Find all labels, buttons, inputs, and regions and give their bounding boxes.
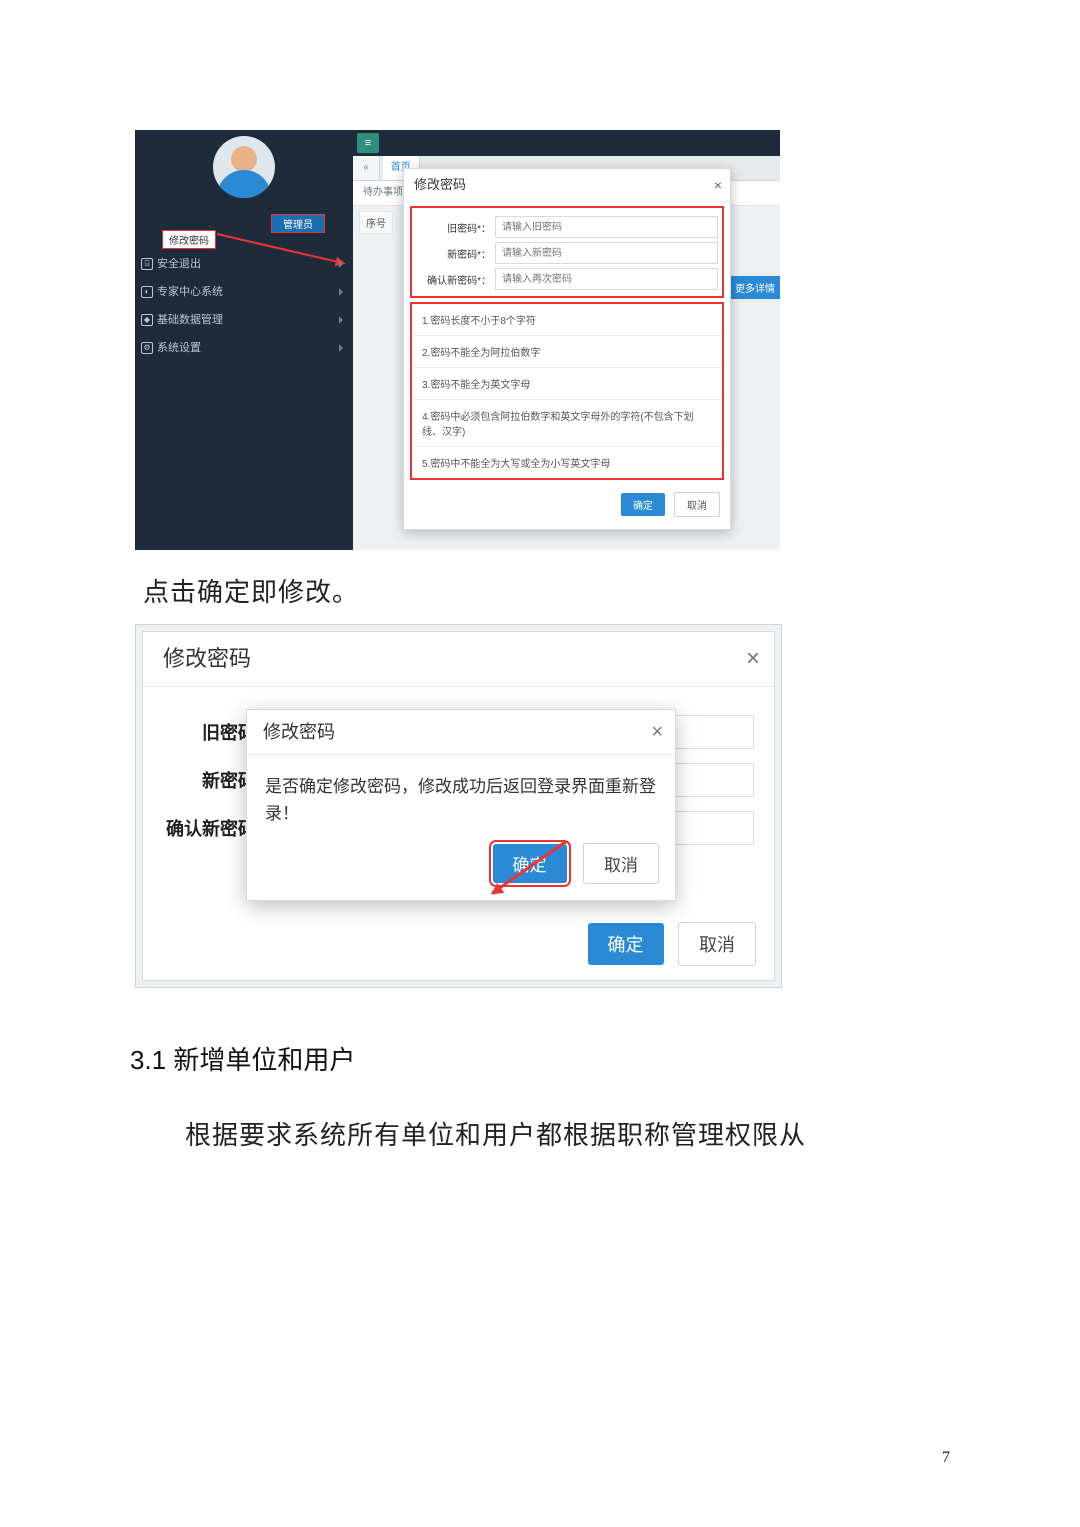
- new-password-label: 新密码*：: [416, 246, 495, 261]
- avatar-area: 管理员: [135, 136, 353, 226]
- chevron-right-icon: [339, 260, 343, 268]
- hamburger-icon[interactable]: ≡: [357, 133, 379, 153]
- cancel-button[interactable]: 取消: [583, 843, 659, 884]
- confirm-password-label: 确认新密码*：: [416, 272, 495, 287]
- dialog-header: 修改密码 ×: [143, 632, 774, 687]
- logout-icon: ⍈: [141, 258, 153, 270]
- document-page: 管理员 修改密码 ⍈ 安全退出 ◐ 专家中心系统 ◆ 基础数据管理: [0, 0, 1080, 1527]
- avatar[interactable]: [213, 136, 275, 198]
- close-icon[interactable]: ×: [746, 632, 760, 686]
- password-rule: 5.密码中不能全为大写或全为小写英文字母: [412, 447, 722, 478]
- tabbar-back-icon[interactable]: «: [353, 156, 380, 180]
- content-area: « 首页 待办事项 待办业务 序号 更多详情 修改密码 × 旧密码*：: [353, 156, 780, 550]
- sidebar-items: ⍈ 安全退出 ◐ 专家中心系统 ◆ 基础数据管理 ⚙ 系统设置: [135, 250, 353, 362]
- body-paragraph: 根据要求系统所有单位和用户都根据职称管理权限从: [185, 1115, 947, 1152]
- sidebar-item-label: 系统设置: [157, 342, 201, 354]
- new-password-row: 新密码*：: [416, 242, 718, 264]
- topbar: ≡: [353, 130, 780, 156]
- password-rules: 1.密码长度不小于8个字符 2.密码不能全为阿拉伯数字 3.密码不能全为英文字母…: [410, 302, 724, 480]
- dialog-footer: 确定 取消: [404, 484, 730, 529]
- table-seq-label: 序号: [359, 211, 393, 234]
- screenshot-confirm-dialog: 修改密码 × 旧密码* 新密码* 确认新密码* 确定 取消: [135, 624, 782, 988]
- ok-button[interactable]: 确定: [621, 493, 665, 516]
- dialog-title: 修改密码: [263, 722, 335, 742]
- gear-icon: ⚙: [141, 342, 153, 354]
- password-rule: 2.密码不能全为阿拉伯数字: [412, 336, 722, 368]
- dialog-title: 修改密码: [163, 646, 251, 671]
- chevron-right-icon: [339, 344, 343, 352]
- globe-icon: ◐: [141, 286, 153, 298]
- sidebar-item-basic-data[interactable]: ◆ 基础数据管理: [135, 306, 353, 334]
- chevron-right-icon: [339, 316, 343, 324]
- confirm-password-row: 确认新密码*：: [416, 268, 718, 290]
- sidebar-item-label: 安全退出: [157, 258, 201, 270]
- more-detail-button[interactable]: 更多详情: [730, 276, 780, 299]
- new-password-input[interactable]: [495, 242, 718, 264]
- password-rule: 3.密码不能全为英文字母: [412, 368, 722, 400]
- close-icon[interactable]: ×: [714, 169, 722, 201]
- dialog-header: 修改密码 ×: [404, 169, 730, 202]
- dialog-title: 修改密码: [414, 177, 466, 192]
- chevron-right-icon: [339, 288, 343, 296]
- ok-button[interactable]: 确定: [588, 923, 664, 965]
- sidebar-item-system-settings[interactable]: ⚙ 系统设置: [135, 334, 353, 362]
- confirm-password-input[interactable]: [495, 268, 718, 290]
- change-password-button[interactable]: 修改密码: [162, 230, 216, 249]
- avatar-role-label: 管理员: [271, 214, 325, 233]
- confirm-message: 是否确定修改密码，修改成功后返回登录界面重新登录！: [247, 755, 675, 833]
- password-form: 旧密码*： 新密码*： 确认新密码*：: [410, 206, 724, 298]
- password-rule: 4.密码中必须包含阿拉伯数字和英文字母外的字符(不包含下划线、汉字): [412, 400, 722, 447]
- screenshot-change-password: 管理员 修改密码 ⍈ 安全退出 ◐ 专家中心系统 ◆ 基础数据管理: [135, 130, 780, 550]
- old-password-row: 旧密码*：: [416, 216, 718, 238]
- dialog-footer: 确定 取消: [247, 833, 675, 900]
- dialog-footer: 确定 取消: [588, 922, 756, 966]
- old-password-input[interactable]: [495, 216, 718, 238]
- close-icon[interactable]: ×: [651, 710, 663, 754]
- dialog-header: 修改密码 ×: [247, 710, 675, 755]
- cancel-button[interactable]: 取消: [678, 922, 756, 966]
- confirm-dialog: 修改密码 × 是否确定修改密码，修改成功后返回登录界面重新登录！ 确定 取消: [246, 709, 676, 901]
- sidebar: 管理员 修改密码 ⍈ 安全退出 ◐ 专家中心系统 ◆ 基础数据管理: [135, 130, 353, 550]
- page-number: 7: [942, 1449, 950, 1467]
- sidebar-item-label: 专家中心系统: [157, 286, 223, 298]
- caption-text: 点击确定即修改。: [143, 572, 359, 609]
- old-password-label: 旧密码*：: [416, 220, 495, 235]
- section-heading: 3.1 新增单位和用户: [130, 1040, 355, 1077]
- password-rule: 1.密码长度不小于8个字符: [412, 304, 722, 336]
- sidebar-item-expert-center[interactable]: ◐ 专家中心系统: [135, 278, 353, 306]
- db-icon: ◆: [141, 314, 153, 326]
- cancel-button[interactable]: 取消: [674, 492, 720, 517]
- change-password-dialog: 修改密码 × 旧密码*： 新密码*： 确认新密码*：: [403, 168, 731, 530]
- sidebar-item-label: 基础数据管理: [157, 314, 223, 326]
- sidebar-item-logout[interactable]: ⍈ 安全退出: [135, 250, 353, 278]
